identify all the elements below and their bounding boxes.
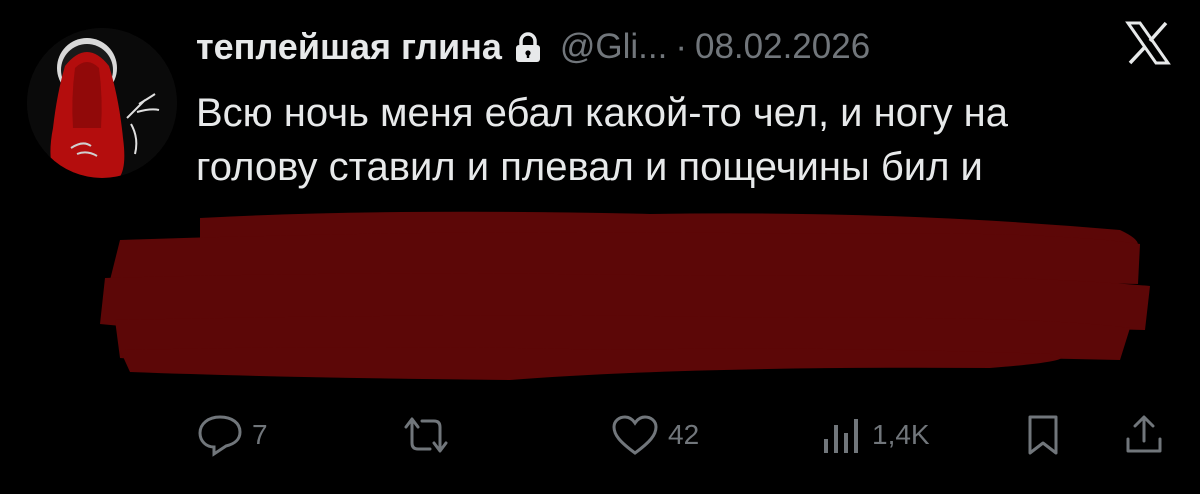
tweet-header: теплейшая глина @Gli... · 08.02.2026 [196,22,870,72]
reply-button[interactable]: 7 [196,413,268,457]
avatar[interactable] [27,28,177,178]
lock-icon [514,31,542,63]
separator-dot: · [675,27,687,66]
views-count: 1,4K [872,419,930,450]
share-icon [1126,415,1162,453]
tweet-text: Всю ночь меня ебал какой-то чел, и ногу … [196,86,1186,194]
heart-icon [612,415,658,455]
tweet-text-line: Всю ночь меня ебал какой-то чел, и ногу … [196,91,1009,135]
timestamp[interactable]: 08.02.2026 [695,27,870,67]
tweet-text-line: голову ставил и плевал и пощечины бил и [196,145,983,189]
like-button[interactable]: 42 [610,413,699,457]
repost-icon [404,417,448,453]
reply-count: 7 [252,419,268,450]
bookmark-icon [1028,415,1058,455]
red-veiled-figure-avatar [27,28,177,178]
redaction-scribble [100,211,1150,380]
action-bar: 7 42 1,4K [0,405,1200,465]
like-count: 42 [668,419,700,450]
tweet-card[interactable]: теплейшая глина @Gli... · 08.02.2026 Всю… [0,0,1200,494]
share-button[interactable] [1122,413,1166,457]
handle[interactable]: @Gli... [560,27,667,67]
reply-icon [198,415,242,457]
repost-button[interactable] [400,413,460,457]
views-button[interactable]: 1,4K [818,413,930,457]
display-name[interactable]: теплейшая глина [196,26,502,68]
x-logo-icon [1125,20,1171,66]
bookmark-button[interactable] [1025,413,1061,457]
views-icon [824,419,858,453]
